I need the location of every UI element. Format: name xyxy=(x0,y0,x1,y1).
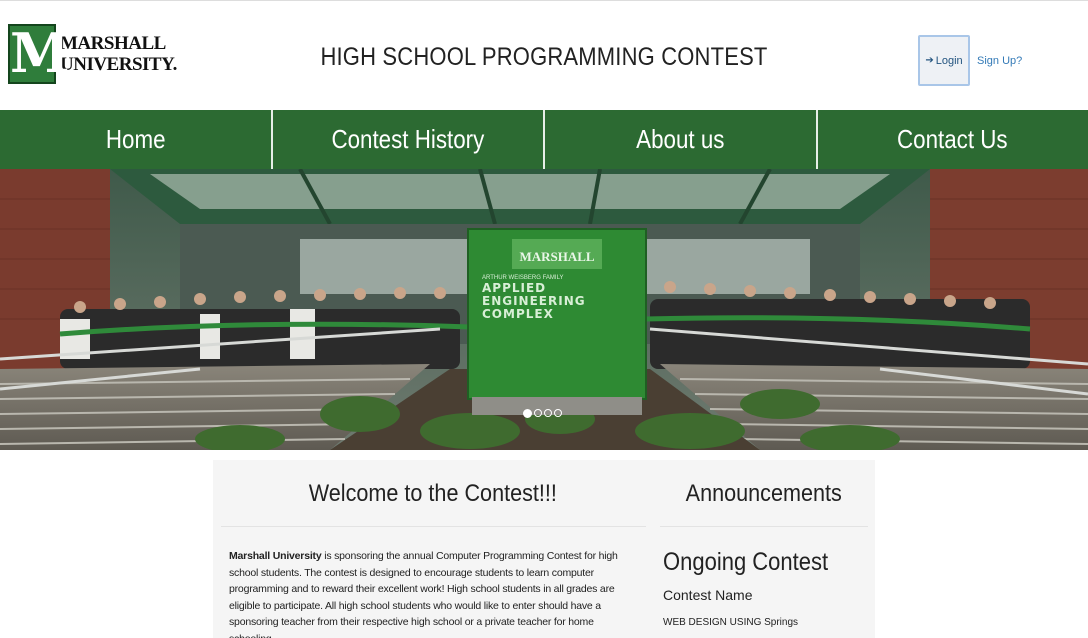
nav-contest-history[interactable]: Contest History xyxy=(273,110,545,169)
nav-about-us[interactable]: About us xyxy=(545,110,818,169)
contest-name-value: WEB DESIGN USING Springs xyxy=(663,617,799,628)
carousel-dot-1[interactable] xyxy=(523,409,532,418)
main-content: Welcome to the Contest!!! Marshall Unive… xyxy=(213,460,875,638)
ongoing-contest-heading: Ongoing Contest xyxy=(663,548,851,577)
nav-home[interactable]: Home xyxy=(0,110,273,169)
welcome-paragraph: Marshall University is sponsoring the an… xyxy=(229,548,639,638)
announcements-heading-text: Announcements xyxy=(685,480,843,507)
login-label: Login xyxy=(935,54,963,67)
hero-carousel[interactable]: MARSHALL ARTHUR WEISBERG FAMILY APPLIED … xyxy=(0,169,1088,450)
nav-contact-us-label: Contact Us xyxy=(897,124,1009,154)
marshall-m-icon xyxy=(8,22,56,84)
nav-contest-history-label: Contest History xyxy=(331,124,485,154)
sign-line-4: COMPLEX xyxy=(482,307,554,321)
contest-name-label: Contest Name xyxy=(663,587,753,603)
carousel-dot-3[interactable] xyxy=(544,409,552,417)
carousel-dot-4[interactable] xyxy=(554,409,562,417)
nav-home-label: Home xyxy=(105,124,166,154)
sign-logo: MARSHALL xyxy=(519,249,594,264)
site-header: MARSHALL UNIVERSITY. HIGH SCHOOL PROGRAM… xyxy=(0,0,1088,110)
welcome-body: is sponsoring the annual Computer Progra… xyxy=(229,550,618,638)
welcome-heading-text: Welcome to the Contest!!! xyxy=(308,480,558,507)
login-button[interactable]: ➔ Login xyxy=(918,35,970,86)
nav-about-us-label: About us xyxy=(636,124,725,154)
announcements-divider xyxy=(660,526,868,527)
announcements-heading: Announcements xyxy=(663,480,865,508)
auth-controls: ➔ Login Sign Up? xyxy=(918,35,1022,86)
hero-image: MARSHALL ARTHUR WEISBERG FAMILY APPLIED … xyxy=(0,169,1088,450)
sign-line-2: APPLIED xyxy=(482,281,546,295)
site-title: HIGH SCHOOL PROGRAMMING CONTEST xyxy=(320,43,768,71)
carousel-dot-2[interactable] xyxy=(534,409,542,417)
nav-contact-us[interactable]: Contact Us xyxy=(818,110,1088,169)
login-icon: ➔ xyxy=(925,55,934,66)
sign-line-3: ENGINEERING xyxy=(482,294,586,308)
ongoing-contest-text: Ongoing Contest xyxy=(663,548,829,576)
welcome-bold-lead: Marshall University xyxy=(229,550,322,562)
main-nav: Home Contest History About us Contact Us xyxy=(0,110,1088,169)
welcome-divider xyxy=(221,526,646,527)
carousel-indicators xyxy=(523,409,562,418)
signup-link[interactable]: Sign Up? xyxy=(977,55,1022,67)
welcome-heading: Welcome to the Contest!!! xyxy=(213,480,653,508)
